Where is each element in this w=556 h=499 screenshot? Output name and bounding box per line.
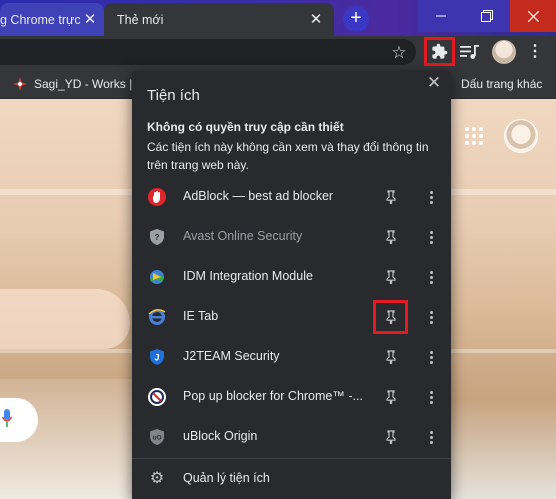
extension-name: uBlock Origin bbox=[183, 429, 258, 443]
more-options-icon[interactable] bbox=[422, 427, 440, 447]
extension-row-j2team[interactable]: J J2TEAM Security bbox=[132, 337, 451, 377]
more-options-icon[interactable] bbox=[422, 267, 440, 287]
manage-extensions-label: Quản lý tiện ích bbox=[183, 471, 270, 485]
extension-name: Pop up blocker for Chrome™ -... bbox=[183, 389, 363, 403]
adblock-icon bbox=[148, 188, 166, 206]
pin-icon[interactable] bbox=[373, 300, 408, 334]
bookmark-favicon-icon bbox=[13, 76, 27, 91]
avast-shield-icon: ? bbox=[148, 228, 166, 246]
extension-row-adblock[interactable]: AdBlock — best ad blocker bbox=[132, 177, 451, 217]
pin-icon[interactable] bbox=[382, 348, 400, 366]
close-icon[interactable]: ✕ bbox=[308, 11, 324, 28]
extension-row-popup-blocker[interactable]: Pop up blocker for Chrome™ -... bbox=[132, 377, 451, 417]
tab-title: g Chrome trực bbox=[0, 12, 81, 27]
kebab-menu-icon[interactable]: ⋮ bbox=[524, 41, 546, 63]
media-control-button[interactable] bbox=[458, 41, 482, 63]
tab-title: Thẻ mới bbox=[117, 12, 164, 27]
extension-name: Avast Online Security bbox=[183, 229, 303, 243]
svg-text:J: J bbox=[154, 353, 159, 363]
pin-icon[interactable] bbox=[382, 428, 400, 446]
extension-name: J2TEAM Security bbox=[183, 349, 280, 363]
bookmark-label: Sagi_YD - Works | bbox=[34, 76, 133, 91]
restore-icon bbox=[481, 10, 493, 22]
more-options-icon[interactable] bbox=[422, 227, 440, 247]
minimize-icon bbox=[436, 15, 446, 17]
close-icon[interactable]: ✕ bbox=[425, 74, 443, 92]
extensions-button[interactable] bbox=[424, 37, 455, 66]
more-options-icon[interactable] bbox=[422, 307, 440, 327]
extension-name: IE Tab bbox=[183, 309, 219, 323]
tab-strip: g Chrome trực ✕ Thẻ mới ✕ + bbox=[0, 0, 556, 36]
other-bookmarks[interactable]: Dấu trang khác bbox=[461, 68, 542, 99]
idm-globe-icon bbox=[148, 268, 166, 286]
popup-blocker-icon bbox=[148, 388, 166, 406]
bookmark-item[interactable]: Sagi_YD - Works | bbox=[12, 68, 132, 99]
tab-chrome[interactable]: g Chrome trực ✕ bbox=[0, 3, 104, 36]
more-options-icon[interactable] bbox=[422, 387, 440, 407]
tab-new-tab[interactable]: Thẻ mới ✕ bbox=[104, 3, 334, 36]
svg-text:uO: uO bbox=[152, 435, 161, 442]
section-description: Các tiện ích này không cần xem và thay đ… bbox=[147, 140, 429, 172]
pin-icon[interactable] bbox=[382, 188, 400, 206]
extension-name: IDM Integration Module bbox=[183, 269, 313, 283]
account-avatar[interactable] bbox=[504, 119, 538, 153]
extensions-popup: Tiện ích ✕ Không có quyền truy cập cần t… bbox=[132, 70, 451, 499]
close-icon[interactable]: ✕ bbox=[82, 11, 98, 28]
extension-row-avast[interactable]: ? Avast Online Security bbox=[132, 217, 451, 257]
puzzle-icon bbox=[432, 43, 448, 59]
pin-icon[interactable] bbox=[382, 388, 400, 406]
pin-icon[interactable] bbox=[382, 228, 400, 246]
manage-extensions-button[interactable]: ⚙ Quản lý tiện ích bbox=[132, 459, 451, 499]
gear-icon: ⚙ bbox=[149, 470, 165, 487]
mic-icon[interactable] bbox=[2, 408, 12, 430]
address-bar[interactable]: ☆ bbox=[0, 39, 416, 65]
media-control-icon bbox=[460, 45, 479, 59]
close-window-button[interactable] bbox=[510, 0, 556, 32]
section-heading: Không có quyền truy cập cần thiết bbox=[147, 120, 344, 134]
extension-row-ublock[interactable]: uO uBlock Origin bbox=[132, 417, 451, 457]
ublock-icon: uO bbox=[148, 428, 166, 446]
restore-button[interactable] bbox=[464, 0, 510, 32]
star-icon[interactable]: ☆ bbox=[388, 42, 410, 64]
minimize-button[interactable] bbox=[418, 0, 464, 32]
popup-title: Tiện ích bbox=[147, 87, 200, 104]
svg-text:?: ? bbox=[155, 233, 160, 242]
other-bookmarks-label: Dấu trang khác bbox=[461, 76, 543, 91]
j2team-shield-icon: J bbox=[148, 348, 166, 366]
close-icon bbox=[527, 10, 539, 22]
extension-row-ie-tab[interactable]: IE Tab bbox=[132, 297, 451, 337]
new-tab-button[interactable]: + bbox=[343, 6, 369, 32]
more-options-icon[interactable] bbox=[422, 187, 440, 207]
background-illustration bbox=[0, 289, 130, 349]
extension-row-idm[interactable]: IDM Integration Module bbox=[132, 257, 451, 297]
ie-tab-icon bbox=[148, 308, 166, 326]
toolbar: ☆ ⋮ bbox=[0, 36, 556, 68]
profile-avatar[interactable] bbox=[492, 40, 516, 64]
pin-icon[interactable] bbox=[382, 268, 400, 286]
apps-grid-icon[interactable] bbox=[465, 127, 483, 145]
more-options-icon[interactable] bbox=[422, 347, 440, 367]
extension-name: AdBlock — best ad blocker bbox=[183, 189, 334, 203]
